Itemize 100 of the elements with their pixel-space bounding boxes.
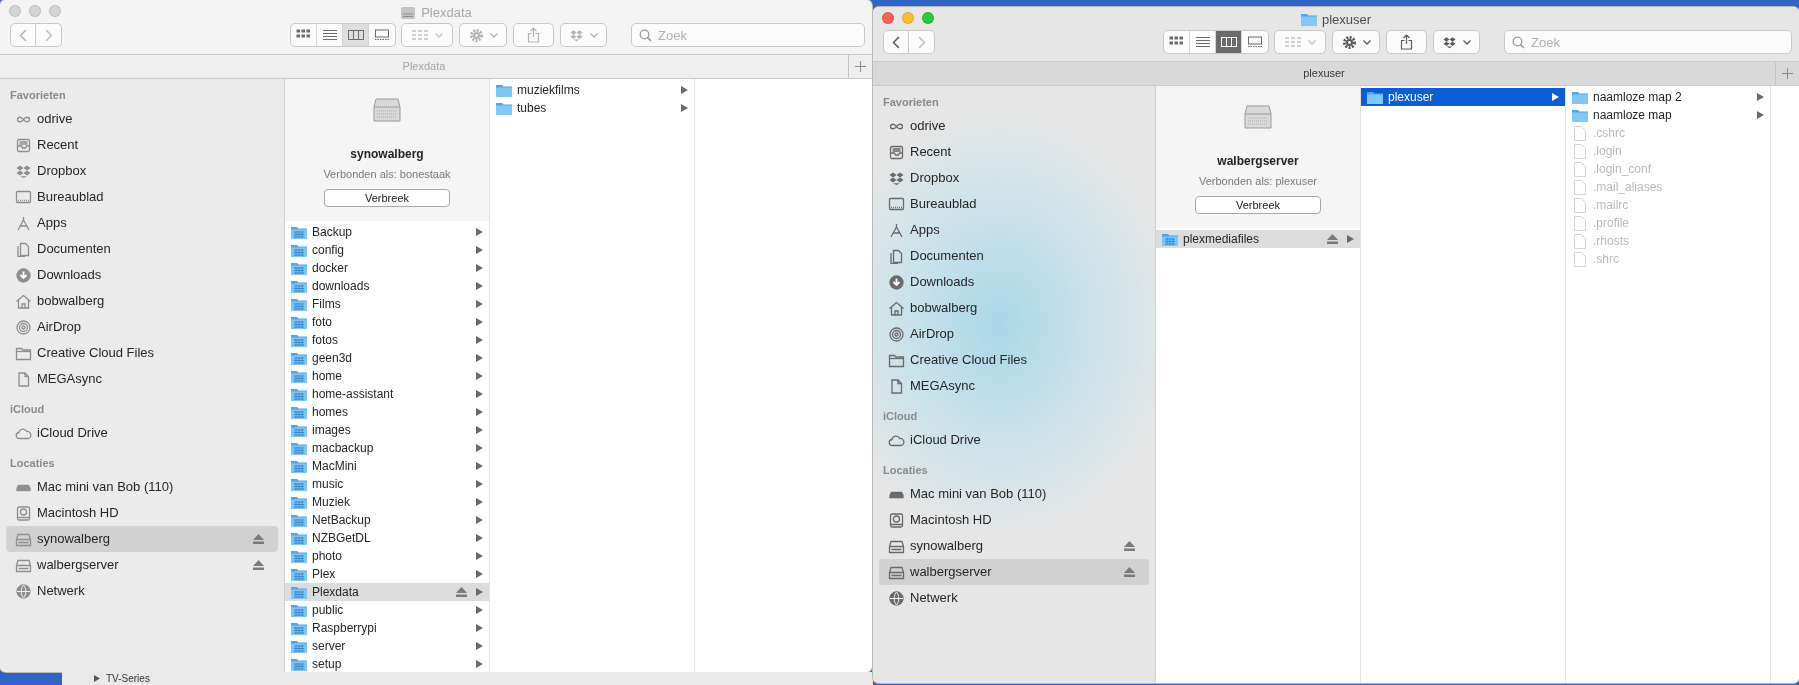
file-row[interactable]: homes bbox=[285, 403, 489, 421]
sidebar-item[interactable]: Dropbox bbox=[879, 165, 1149, 191]
file-row[interactable]: downloads bbox=[285, 277, 489, 295]
file-row[interactable]: Raspberrypi bbox=[285, 619, 489, 637]
file-row[interactable]: setup bbox=[285, 655, 489, 672]
sidebar-item[interactable]: Macintosh HD bbox=[879, 507, 1149, 533]
sidebar-item[interactable]: odrive bbox=[6, 106, 278, 132]
disconnect-button[interactable]: Verbreek bbox=[1195, 195, 1321, 214]
disconnect-button[interactable]: Verbreek bbox=[324, 188, 450, 207]
zoom-button[interactable] bbox=[922, 12, 934, 24]
file-row[interactable]: macbackup bbox=[285, 439, 489, 457]
file-row[interactable]: config bbox=[285, 241, 489, 259]
file-row[interactable]: Plexdata bbox=[285, 583, 489, 601]
sidebar-item[interactable]: Recent bbox=[6, 132, 278, 158]
file-row[interactable]: MacMini bbox=[285, 457, 489, 475]
back-button[interactable] bbox=[10, 23, 36, 47]
sidebar-item[interactable]: Documenten bbox=[879, 243, 1149, 269]
zoom-button[interactable] bbox=[49, 5, 61, 17]
file-row[interactable]: public bbox=[285, 601, 489, 619]
file-row[interactable]: foto bbox=[285, 313, 489, 331]
sidebar-item[interactable]: Downloads bbox=[879, 269, 1149, 295]
view-mode-button[interactable] bbox=[1216, 31, 1242, 53]
file-row[interactable]: home bbox=[285, 367, 489, 385]
compass-icon bbox=[15, 215, 32, 231]
sidebar-item[interactable]: walbergserver bbox=[6, 552, 278, 578]
eject-icon[interactable] bbox=[253, 560, 264, 570]
close-button[interactable] bbox=[9, 5, 21, 17]
caret-icon bbox=[435, 32, 443, 38]
close-button[interactable] bbox=[882, 12, 894, 24]
eject-icon[interactable] bbox=[1124, 541, 1135, 551]
sidebar-item[interactable]: MEGAsync bbox=[879, 373, 1149, 399]
shared-folder-icon bbox=[291, 603, 307, 617]
file-row[interactable]: music bbox=[285, 475, 489, 493]
eject-icon[interactable] bbox=[253, 534, 264, 544]
disclosure-arrow-icon bbox=[1347, 235, 1354, 243]
sidebar-item[interactable]: Apps bbox=[879, 217, 1149, 243]
share-button[interactable] bbox=[1386, 30, 1427, 54]
sidebar-item[interactable]: Apps bbox=[6, 210, 278, 236]
sidebar-item[interactable]: Dropbox bbox=[6, 158, 278, 184]
file-row[interactable]: images bbox=[285, 421, 489, 439]
minimize-button[interactable] bbox=[29, 5, 41, 17]
file-row[interactable]: docker bbox=[285, 259, 489, 277]
sidebar-item[interactable]: Mac mini van Bob (110) bbox=[879, 481, 1149, 507]
sidebar-item[interactable]: iCloud Drive bbox=[879, 427, 1149, 453]
back-button[interactable] bbox=[883, 30, 909, 54]
file-row[interactable]: server bbox=[285, 637, 489, 655]
disclosure-arrow-icon bbox=[1757, 111, 1764, 119]
eject-icon[interactable] bbox=[456, 587, 467, 597]
sidebar-item[interactable]: Creative Cloud Files bbox=[6, 340, 278, 366]
dropbox-button[interactable] bbox=[1433, 30, 1480, 54]
group-by-button[interactable] bbox=[401, 23, 453, 47]
sidebar-item[interactable]: AirDrop bbox=[879, 321, 1149, 347]
minimize-button[interactable] bbox=[902, 12, 914, 24]
sidebar-item[interactable]: AirDrop bbox=[6, 314, 278, 340]
file-row[interactable]: plexmediafiles bbox=[1156, 230, 1360, 248]
group-by-button[interactable] bbox=[1274, 30, 1326, 54]
file-row[interactable]: Films bbox=[285, 295, 489, 313]
sidebar-item[interactable]: iCloud Drive bbox=[6, 420, 278, 446]
file-row[interactable]: plexuser bbox=[1361, 88, 1565, 106]
sidebar-item[interactable]: odrive bbox=[879, 113, 1149, 139]
file-row[interactable]: geen3d bbox=[285, 349, 489, 367]
sidebar-item[interactable]: synowalberg bbox=[879, 533, 1149, 559]
forward-button[interactable] bbox=[36, 23, 62, 47]
file-row[interactable]: home-assistant bbox=[285, 385, 489, 403]
eject-icon[interactable] bbox=[1327, 234, 1338, 244]
sidebar-item[interactable]: MEGAsync bbox=[6, 366, 278, 392]
view-mode-button[interactable] bbox=[343, 24, 369, 46]
sidebar-item[interactable]: Documenten bbox=[6, 236, 278, 262]
file-row[interactable]: Muziek bbox=[285, 493, 489, 511]
file-row[interactable]: NetBackup bbox=[285, 511, 489, 529]
file-row[interactable]: muziekfilms bbox=[490, 81, 694, 99]
sidebar-item[interactable]: Netwerk bbox=[879, 585, 1149, 611]
sidebar-item[interactable]: Downloads bbox=[6, 262, 278, 288]
sidebar-item[interactable]: Macintosh HD bbox=[6, 500, 278, 526]
forward-button[interactable] bbox=[909, 30, 935, 54]
sidebar-item[interactable]: bobwalberg bbox=[6, 288, 278, 314]
sidebar-item[interactable]: Bureaublad bbox=[6, 184, 278, 210]
sidebar-item[interactable]: bobwalberg bbox=[879, 295, 1149, 321]
file-row[interactable]: fotos bbox=[285, 331, 489, 349]
file-row[interactable]: naamloze map 2 bbox=[1566, 88, 1770, 106]
sidebar-item-label: Dropbox bbox=[37, 162, 88, 181]
sidebar-item[interactable]: Creative Cloud Files bbox=[879, 347, 1149, 373]
sidebar-item[interactable]: Netwerk bbox=[6, 578, 278, 604]
search-field[interactable]: Zoek bbox=[631, 23, 865, 47]
file-name: geen3d bbox=[312, 350, 354, 367]
search-field[interactable]: Zoek bbox=[1504, 30, 1792, 54]
connection-status: Verbonden als: plexuser bbox=[1199, 174, 1317, 189]
eject-icon[interactable] bbox=[1124, 567, 1135, 577]
file-row[interactable]: naamloze map bbox=[1566, 106, 1770, 124]
sidebar-item[interactable]: synowalberg bbox=[6, 526, 278, 552]
action-button[interactable] bbox=[1332, 30, 1380, 54]
sidebar-item[interactable]: Recent bbox=[879, 139, 1149, 165]
file-row[interactable]: Backup bbox=[285, 223, 489, 241]
sidebar-item[interactable]: Mac mini van Bob (110) bbox=[6, 474, 278, 500]
file-row[interactable]: NZBGetDL bbox=[285, 529, 489, 547]
file-row[interactable]: tubes bbox=[490, 99, 694, 117]
file-row[interactable]: photo bbox=[285, 547, 489, 565]
sidebar-item[interactable]: Bureaublad bbox=[879, 191, 1149, 217]
file-row[interactable]: Plex bbox=[285, 565, 489, 583]
sidebar-item[interactable]: walbergserver bbox=[879, 559, 1149, 585]
